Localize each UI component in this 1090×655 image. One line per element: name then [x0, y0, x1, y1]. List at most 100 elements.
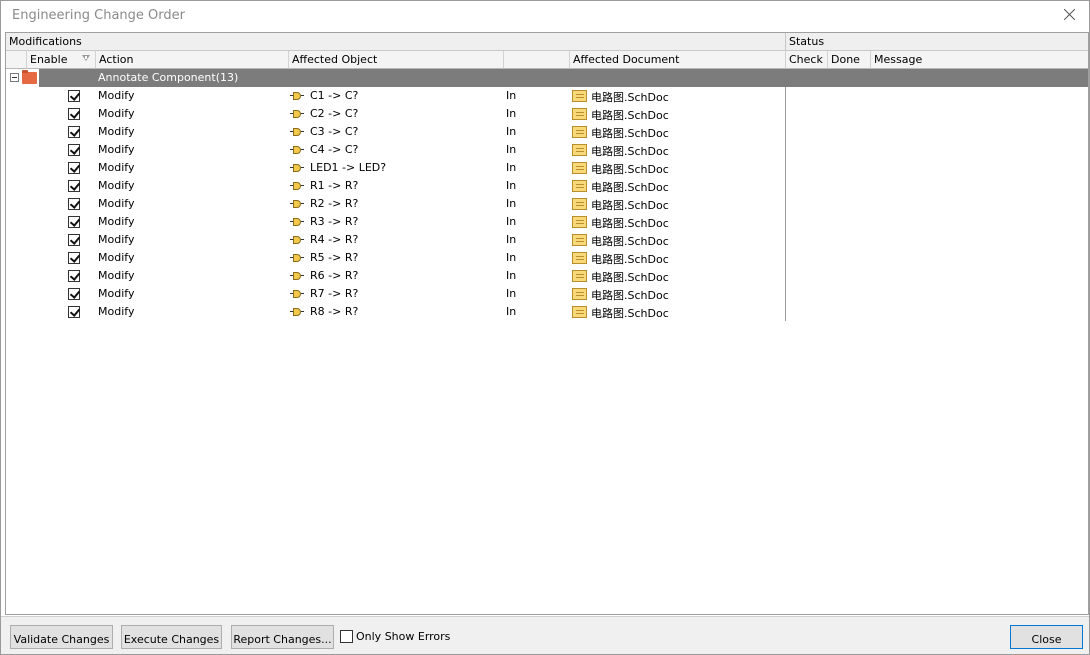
group-bar[interactable]: Annotate Component(13): [39, 69, 1088, 87]
col-message-label: Message: [874, 53, 923, 66]
schematic-document-icon: [572, 108, 587, 120]
status-group-header: Status: [785, 33, 1088, 51]
col-header-direction[interactable]: [503, 51, 569, 69]
component-icon: [290, 217, 304, 227]
affected-document-cell: 电路图.SchDoc: [591, 235, 669, 248]
component-icon: [290, 109, 304, 119]
validate-changes-button[interactable]: Validate Changes: [10, 625, 113, 649]
affected-object-cell: R8 -> R?: [310, 305, 359, 318]
table-row[interactable]: Modify R6 -> R? In 电路图.SchDoc: [6, 267, 786, 285]
filter-icon[interactable]: [82, 55, 90, 61]
only-show-errors-label: Only Show Errors: [356, 630, 451, 643]
component-icon: [290, 235, 304, 245]
component-icon: [290, 145, 304, 155]
direction-cell: In: [506, 179, 517, 192]
direction-cell: In: [506, 125, 517, 138]
group-row-annotate[interactable]: Annotate Component(13): [6, 69, 1088, 87]
enable-checkbox[interactable]: [68, 252, 80, 264]
enable-checkbox[interactable]: [68, 306, 80, 318]
direction-cell: In: [506, 233, 517, 246]
col-affected-object-label: Affected Object: [292, 53, 378, 66]
action-cell: Modify: [98, 89, 135, 102]
col-done-label: Done: [831, 53, 860, 66]
modifications-label: Modifications: [9, 35, 82, 48]
direction-cell: In: [506, 197, 517, 210]
table-row[interactable]: Modify C4 -> C? In 电路图.SchDoc: [6, 141, 786, 159]
col-header-affected-object[interactable]: Affected Object: [288, 51, 503, 69]
only-show-errors-checkbox[interactable]: [340, 630, 353, 643]
execute-changes-button[interactable]: Execute Changes: [121, 625, 222, 649]
table-row[interactable]: Modify C3 -> C? In 电路图.SchDoc: [6, 123, 786, 141]
action-cell: Modify: [98, 107, 135, 120]
col-header-enable[interactable]: Enable: [26, 51, 95, 69]
col-header-check[interactable]: Check: [785, 51, 827, 69]
col-enable-label: Enable: [30, 53, 68, 66]
schematic-document-icon: [572, 252, 587, 264]
action-cell: Modify: [98, 143, 135, 156]
close-button[interactable]: Close: [1010, 625, 1083, 649]
collapse-icon[interactable]: [10, 73, 19, 82]
table-row[interactable]: Modify C2 -> C? In 电路图.SchDoc: [6, 105, 786, 123]
table-row[interactable]: Modify R3 -> R? In 电路图.SchDoc: [6, 213, 786, 231]
table-row[interactable]: Modify R4 -> R? In 电路图.SchDoc: [6, 231, 786, 249]
schematic-document-icon: [572, 126, 587, 138]
schematic-document-icon: [572, 216, 587, 228]
component-icon: [290, 127, 304, 137]
table-row[interactable]: Modify R2 -> R? In 电路图.SchDoc: [6, 195, 786, 213]
affected-object-cell: C3 -> C?: [310, 125, 359, 138]
affected-document-cell: 电路图.SchDoc: [591, 181, 669, 194]
direction-cell: In: [506, 143, 517, 156]
action-cell: Modify: [98, 305, 135, 318]
enable-checkbox[interactable]: [68, 198, 80, 210]
action-cell: Modify: [98, 197, 135, 210]
affected-object-cell: R6 -> R?: [310, 269, 359, 282]
action-cell: Modify: [98, 287, 135, 300]
col-check-label: Check: [789, 53, 823, 66]
enable-checkbox[interactable]: [68, 234, 80, 246]
affected-document-cell: 电路图.SchDoc: [591, 199, 669, 212]
affected-object-cell: R4 -> R?: [310, 233, 359, 246]
button-bar: Validate Changes Execute Changes Report …: [1, 616, 1089, 654]
direction-cell: In: [506, 107, 517, 120]
enable-checkbox[interactable]: [68, 180, 80, 192]
component-icon: [290, 181, 304, 191]
enable-checkbox[interactable]: [68, 108, 80, 120]
title-bar: Engineering Change Order: [1, 1, 1089, 31]
enable-checkbox[interactable]: [68, 162, 80, 174]
enable-checkbox[interactable]: [68, 144, 80, 156]
action-cell: Modify: [98, 251, 135, 264]
enable-checkbox[interactable]: [68, 270, 80, 282]
schematic-document-icon: [572, 90, 587, 102]
col-header-done[interactable]: Done: [827, 51, 870, 69]
enable-checkbox[interactable]: [68, 288, 80, 300]
affected-document-cell: 电路图.SchDoc: [591, 91, 669, 104]
enable-checkbox[interactable]: [68, 216, 80, 228]
action-cell: Modify: [98, 233, 135, 246]
table-row[interactable]: Modify C1 -> C? In 电路图.SchDoc: [6, 87, 786, 105]
close-icon[interactable]: [1061, 6, 1079, 24]
col-header-affected-document[interactable]: Affected Document: [569, 51, 785, 69]
enable-checkbox[interactable]: [68, 90, 80, 102]
component-icon: [290, 271, 304, 281]
col-header-message[interactable]: Message: [870, 51, 1088, 69]
modifications-group-header: Modifications: [6, 33, 785, 51]
table-row[interactable]: Modify LED1 -> LED? In 电路图.SchDoc: [6, 159, 786, 177]
report-changes-button[interactable]: Report Changes...: [231, 625, 334, 649]
affected-document-cell: 电路图.SchDoc: [591, 271, 669, 284]
table-row[interactable]: Modify R1 -> R? In 电路图.SchDoc: [6, 177, 786, 195]
action-cell: Modify: [98, 269, 135, 282]
component-icon: [290, 91, 304, 101]
schematic-document-icon: [572, 306, 587, 318]
component-icon: [290, 289, 304, 299]
table-row[interactable]: Modify R8 -> R? In 电路图.SchDoc: [6, 303, 786, 321]
affected-object-cell: R3 -> R?: [310, 215, 359, 228]
schematic-document-icon: [572, 270, 587, 282]
schematic-document-icon: [572, 234, 587, 246]
col-header-action[interactable]: Action: [95, 51, 288, 69]
table-row[interactable]: Modify R7 -> R? In 电路图.SchDoc: [6, 285, 786, 303]
enable-checkbox[interactable]: [68, 126, 80, 138]
table-row[interactable]: Modify R5 -> R? In 电路图.SchDoc: [6, 249, 786, 267]
schematic-document-icon: [572, 144, 587, 156]
affected-object-cell: C4 -> C?: [310, 143, 359, 156]
affected-object-cell: R1 -> R?: [310, 179, 359, 192]
